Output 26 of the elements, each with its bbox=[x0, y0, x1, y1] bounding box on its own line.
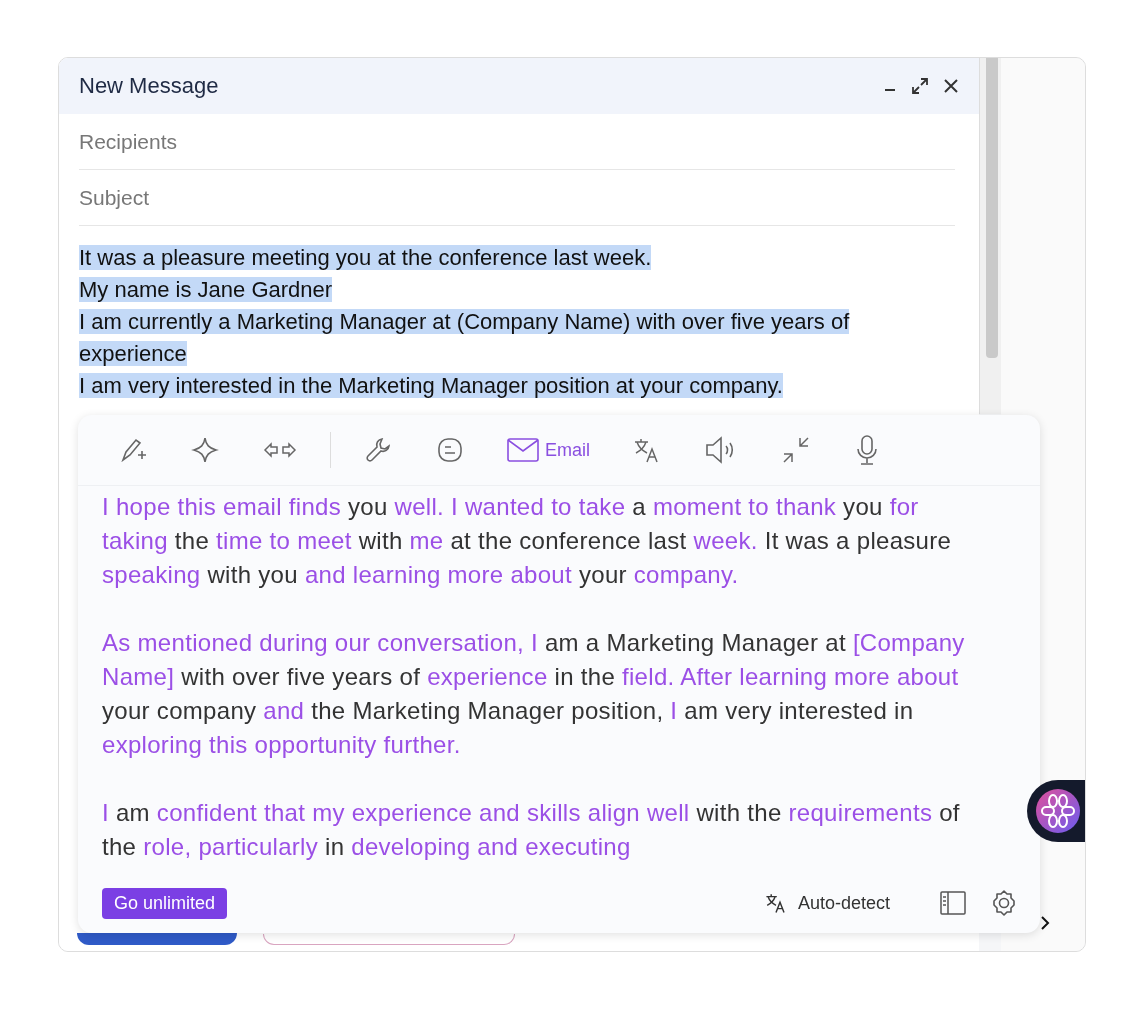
generated-paragraph: I am confident that my experience and skills align well with the requirements of the role, particularly in developing and executing bbox=[102, 798, 961, 862]
flower-icon bbox=[1035, 788, 1081, 834]
email-tab[interactable]: Email bbox=[501, 434, 596, 466]
sidebar-icon[interactable] bbox=[940, 891, 966, 915]
body-text: experience bbox=[79, 341, 187, 366]
sparkle-icon bbox=[190, 435, 220, 465]
settings-icon[interactable] bbox=[990, 889, 1018, 917]
chevron-right-icon[interactable] bbox=[1039, 915, 1051, 931]
upgrade-button[interactable]: Go unlimited bbox=[102, 887, 228, 919]
body-text: It was a pleasure meeting you at the conference last week. bbox=[79, 245, 652, 270]
expand-icon[interactable] bbox=[911, 77, 929, 95]
generated-paragraph: I hope this email finds you well. I wanted to take a moment to thank you for taking the time to meet with me at the conference last week. It was a pleasure speaking with you and learning more about your company. bbox=[102, 492, 953, 590]
scrollbar[interactable] bbox=[979, 58, 1001, 414]
generated-paragraph: As mentioned during our conversation, I am a Marketing Manager at [Company Name] with over five years of experience in the field. After learning more about your company and the Marketing Manager position, I am very interested in exploring this opportunity further. bbox=[102, 628, 966, 760]
scrollbar-thumb[interactable] bbox=[986, 58, 998, 358]
language-selector[interactable]: Auto-detect bbox=[797, 892, 890, 914]
wrench-icon bbox=[363, 435, 393, 465]
window-title: New Message bbox=[79, 73, 219, 99]
close-icon[interactable] bbox=[943, 78, 959, 94]
microphone-icon bbox=[854, 434, 880, 466]
envelope-icon bbox=[507, 438, 539, 462]
send-button[interactable] bbox=[77, 933, 237, 945]
body-text: I am very interested in the Marketing Manager position at your company. bbox=[79, 373, 783, 398]
body-text: I am currently a Marketing Manager at (Company Name) with over five years of bbox=[79, 309, 850, 334]
chat-icon bbox=[435, 435, 465, 465]
body-text: My name is Jane Gardner bbox=[79, 277, 333, 302]
